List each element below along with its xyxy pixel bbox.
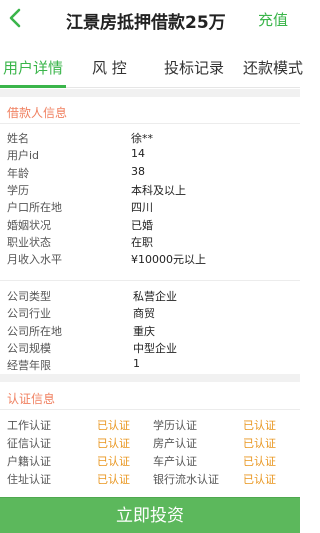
certification-section-title: 认证信息: [7, 392, 56, 406]
info-value: 在职: [131, 235, 153, 249]
tab-user-details[interactable]: 用户详情: [3, 57, 63, 78]
info-label: 月收入水平: [7, 253, 62, 267]
info-label: 职业状态: [7, 235, 51, 249]
info-row: 户口所在地 四川: [7, 199, 297, 216]
page-title: 江景房抵押借款25万: [66, 13, 226, 33]
cert-status: 已认证: [243, 473, 276, 486]
cert-label: 学历认证: [153, 419, 197, 432]
cert-label: 银行流水认证: [153, 473, 219, 486]
info-label: 户口所在地: [7, 201, 62, 215]
cert-status: 已认证: [243, 455, 276, 468]
info-label: 姓名: [7, 132, 29, 145]
back-button[interactable]: [8, 8, 28, 30]
cert-label: 房产认证: [153, 437, 197, 450]
info-value: 私营企业: [133, 290, 177, 303]
info-row: 用户id 14: [7, 147, 297, 164]
certification-row: 工作认证 已认证 学历认证 已认证: [7, 417, 297, 434]
chevron-left-icon: [9, 8, 21, 28]
certification-row: 征信认证 已认证 房产认证 已认证: [7, 435, 297, 452]
divider: [0, 123, 300, 124]
info-value: 14: [131, 147, 145, 161]
info-row: 公司规模 中型企业: [7, 340, 297, 357]
info-row: 月收入水平 ¥10000元以上: [7, 251, 297, 268]
info-label: 公司行业: [7, 307, 51, 321]
cert-status: 已认证: [97, 455, 130, 468]
cert-label: 户籍认证: [7, 455, 51, 468]
active-tab-indicator: [0, 85, 66, 88]
tab-bar: 用户详情 风 控 投标记录 还款模式: [0, 48, 303, 88]
info-value: 重庆: [133, 324, 155, 338]
cert-label: 住址认证: [7, 473, 51, 486]
info-value: ¥10000元以上: [131, 253, 206, 267]
tab-risk-control[interactable]: 风 控: [92, 57, 127, 78]
info-label: 公司规模: [7, 341, 51, 355]
info-value: 四川: [131, 201, 153, 215]
certification-row: 户籍认证 已认证 车产认证 已认证: [7, 453, 297, 470]
cert-status: 已认证: [97, 473, 130, 486]
info-label: 公司所在地: [7, 324, 62, 338]
certification-row: 住址认证 已认证 银行流水认证 已认证: [7, 471, 297, 488]
tab-repayment-mode[interactable]: 还款模式: [243, 57, 303, 78]
top-bar: 江景房抵押借款25万 充值: [0, 0, 300, 38]
info-label: 年龄: [7, 166, 29, 180]
info-value: 中型企业: [133, 341, 177, 355]
cert-status: 已认证: [243, 419, 276, 432]
cert-status: 已认证: [97, 437, 130, 450]
info-row: 学历 本科及以上: [7, 182, 297, 199]
section-separator: [0, 374, 300, 382]
info-value: 商贸: [133, 307, 155, 321]
recharge-button[interactable]: 充值: [258, 9, 288, 30]
cert-label: 征信认证: [7, 437, 51, 450]
info-value: 已婚: [131, 218, 153, 232]
divider: [0, 409, 300, 410]
info-row: 公司类型 私营企业: [7, 288, 297, 305]
tab-bid-records[interactable]: 投标记录: [164, 57, 224, 78]
info-row: 经营年限 1: [7, 357, 297, 374]
info-value: 38: [131, 164, 145, 178]
invest-now-button[interactable]: 立即投资: [0, 497, 300, 533]
cert-label: 工作认证: [7, 419, 51, 432]
info-row: 公司行业 商贸: [7, 305, 297, 322]
info-row: 婚姻状况 已婚: [7, 217, 297, 234]
info-label: 学历: [7, 183, 29, 197]
cert-label: 车产认证: [153, 455, 197, 468]
info-row: 公司所在地 重庆: [7, 323, 297, 340]
info-value: 徐**: [131, 132, 153, 145]
cert-status: 已认证: [243, 437, 276, 450]
section-separator: [0, 89, 300, 97]
borrower-section-title: 借款人信息: [7, 106, 68, 120]
info-value: 1: [133, 357, 140, 371]
info-row: 姓名 徐**: [7, 130, 297, 147]
info-value: 本科及以上: [131, 183, 186, 197]
info-label: 婚姻状况: [7, 218, 51, 232]
info-row: 年龄 38: [7, 165, 297, 182]
info-label: 用户id: [7, 149, 40, 163]
divider: [0, 280, 300, 281]
info-label: 公司类型: [7, 290, 51, 303]
info-label: 经营年限: [7, 359, 51, 373]
info-row: 职业状态 在职: [7, 234, 297, 251]
cert-status: 已认证: [97, 419, 130, 432]
